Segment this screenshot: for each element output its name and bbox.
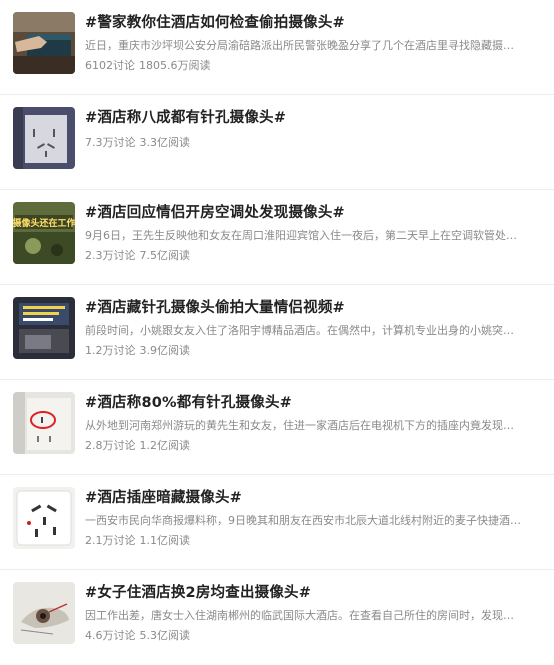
topic-item[interactable]: #酒店藏针孔摄像头偷拍大量情侣视频# 前段时间，小姚跟女友入住了洛阳宇博精品酒店… <box>0 285 554 380</box>
topic-summary: 近日，重庆市沙坪坝公安分局渝碚路派出所民警张晚盈分享了几个在酒店里寻找隐藏摄像头… <box>85 39 523 52</box>
hidden-camera-device-photo[interactable] <box>13 582 75 644</box>
topic-stats: 4.6万讨论 5.3亿阅读 <box>85 627 190 643</box>
topic-title[interactable]: #酒店插座暗藏摄像头# <box>85 486 242 507</box>
hand-on-box-photo[interactable] <box>13 12 75 74</box>
topic-stats: 2.3万讨论 7.5亿阅读 <box>85 247 190 263</box>
discussion-count: 4.6万讨论 <box>85 629 136 642</box>
discussion-count: 2.8万讨论 <box>85 439 136 452</box>
topic-title[interactable]: #酒店称八成都有针孔摄像头# <box>85 106 286 127</box>
topic-item[interactable]: #警家教你住酒店如何检查偷拍摄像头# 近日，重庆市沙坪坝公安分局渝碚路派出所民警… <box>0 0 554 95</box>
topic-stats: 1.2万讨论 3.9亿阅读 <box>85 342 190 358</box>
topic-item[interactable]: #女子住酒店换2房均查出摄像头# 因工作出差，唐女士入住湖南郴州的临武国际大酒店… <box>0 570 554 665</box>
topic-summary: 从外地到河南郑州游玩的黄先生和女友，住进一家酒店后在电视机下方的插座内竟发现针孔… <box>85 419 523 432</box>
topic-item[interactable]: #酒店插座暗藏摄像头# 一西安市民向华商报爆料称，9日晚其和朋友在西安市北辰大道… <box>0 475 554 570</box>
thumb-caption: 摄像头还在工作 <box>13 217 75 229</box>
wall-socket-photo[interactable] <box>13 107 75 169</box>
read-count: 1805.6万阅读 <box>139 59 211 72</box>
topic-title[interactable]: #警家教你住酒店如何检查偷拍摄像头# <box>85 11 345 32</box>
topic-summary: 9月6日，王先生反映他和女友在周口淮阳迎宾馆入住一夜后，第二天早上在空调软管处发… <box>85 229 523 242</box>
camera-in-aircon-photo[interactable]: 摄像头还在工作 <box>13 202 75 264</box>
read-count: 1.2亿阅读 <box>139 439 191 452</box>
read-count: 7.5亿阅读 <box>139 249 191 262</box>
topic-item[interactable]: #酒店称80%都有针孔摄像头# 从外地到河南郑州游玩的黄先生和女友，住进一家酒店… <box>0 380 554 475</box>
topic-summary: 因工作出差，唐女士入住湖南郴州的临武国际大酒店。在查看自己所住的房间时，发现有针… <box>85 609 523 622</box>
topic-list: #警家教你住酒店如何检查偷拍摄像头# 近日，重庆市沙坪坝公安分局渝碚路派出所民警… <box>0 0 554 665</box>
discussion-count: 2.1万讨论 <box>85 534 136 547</box>
discussion-count: 1.2万讨论 <box>85 344 136 357</box>
read-count: 3.9亿阅读 <box>139 344 191 357</box>
discussion-count: 2.3万讨论 <box>85 249 136 262</box>
topic-title[interactable]: #酒店藏针孔摄像头偷拍大量情侣视频# <box>85 296 345 317</box>
topic-stats: 7.3万讨论 3.3亿阅读 <box>85 134 190 150</box>
topic-title[interactable]: #酒店称80%都有针孔摄像头# <box>85 391 292 412</box>
read-count: 5.3亿阅读 <box>139 629 191 642</box>
topic-stats: 2.1万讨论 1.1亿阅读 <box>85 532 190 548</box>
read-count: 1.1亿阅读 <box>139 534 191 547</box>
topic-stats: 6102讨论 1805.6万阅读 <box>85 57 211 73</box>
news-screen-photo[interactable] <box>13 297 75 359</box>
discussion-count: 7.3万讨论 <box>85 136 136 149</box>
topic-item[interactable]: 摄像头还在工作 #酒店回应情侣开房空调处发现摄像头# 9月6日，王先生反映他和女… <box>0 190 554 285</box>
topic-stats: 2.8万讨论 1.2亿阅读 <box>85 437 190 453</box>
topic-title[interactable]: #酒店回应情侣开房空调处发现摄像头# <box>85 201 345 222</box>
socket-red-circle-photo[interactable] <box>13 392 75 454</box>
read-count: 3.3亿阅读 <box>139 136 191 149</box>
topic-summary: 一西安市民向华商报爆料称，9日晚其和朋友在西安市北辰大道北线村附近的麦子快捷酒店… <box>85 514 523 527</box>
discussion-count: 6102讨论 <box>85 59 135 72</box>
topic-summary: 前段时间，小姚跟女友入住了洛阳宇博精品酒店。在偶然中，计算机专业出身的小姚突然发… <box>85 324 523 337</box>
topic-title[interactable]: #女子住酒店换2房均查出摄像头# <box>85 581 311 602</box>
topic-item[interactable]: #酒店称八成都有针孔摄像头# 7.3万讨论 3.3亿阅读 <box>0 95 554 190</box>
white-socket-photo[interactable] <box>13 487 75 549</box>
